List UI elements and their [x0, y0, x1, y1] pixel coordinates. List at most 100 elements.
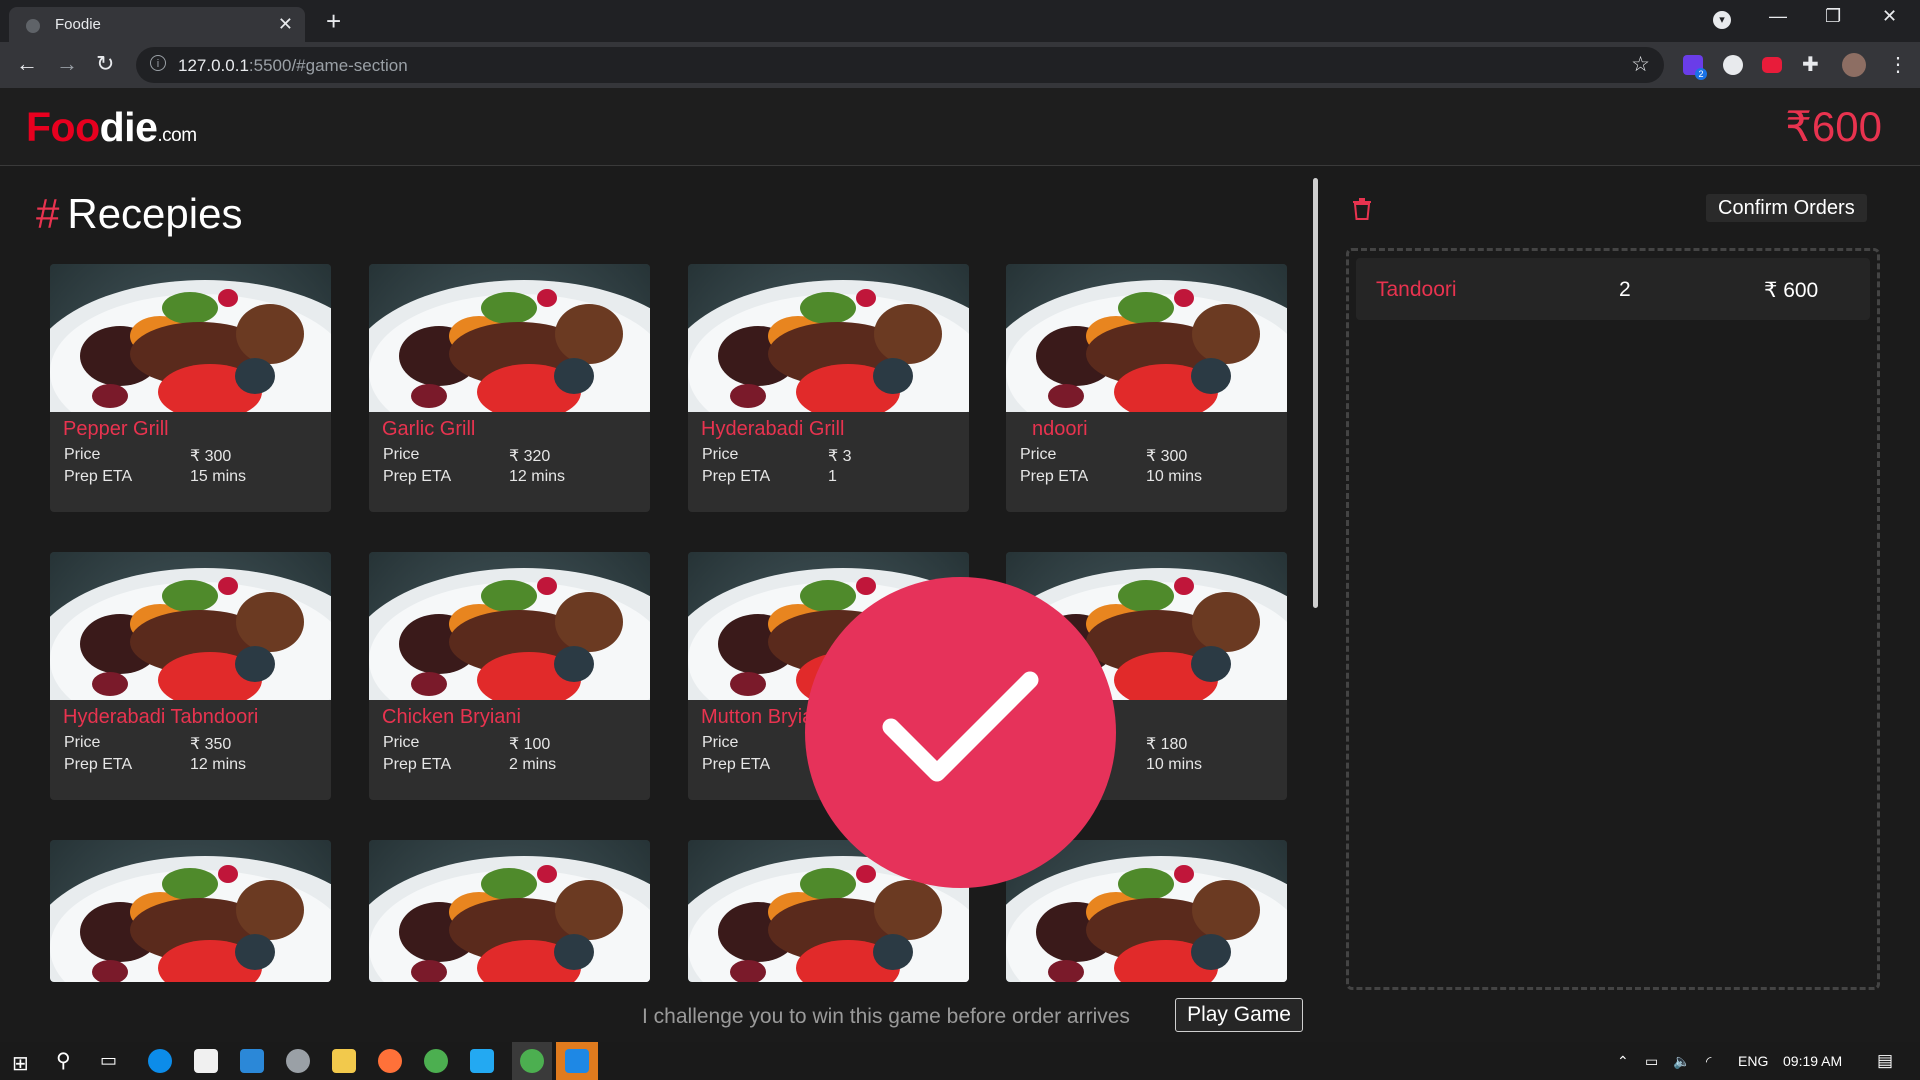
recipe-card[interactable]: [50, 840, 331, 982]
recipe-image[interactable]: [50, 552, 331, 700]
recipe-card[interactable]: ndoori Price ₹ 300 Prep ETA 10 mins: [1006, 264, 1287, 512]
recipe-card[interactable]: Hyderabadi Tabndoori Price ₹ 350 Prep ETA 12…: [50, 552, 331, 800]
minimize-icon[interactable]: —: [1769, 6, 1787, 27]
settings-app-icon[interactable]: [286, 1049, 310, 1073]
youtube-extension-icon[interactable]: [1762, 57, 1782, 73]
recipe-price: ₹ 3: [828, 448, 852, 465]
recipe-image[interactable]: [369, 840, 650, 982]
firefox-icon[interactable]: [378, 1049, 402, 1073]
recipe-price: ₹ 300: [190, 448, 232, 465]
volume-icon[interactable]: 🔈: [1673, 1053, 1690, 1070]
recipe-eta: 2 mins: [509, 756, 557, 773]
recipe-image[interactable]: [369, 264, 650, 412]
scrollbar-thumb[interactable]: [1313, 178, 1318, 608]
bookmark-star-icon[interactable]: ☆: [1631, 52, 1650, 77]
store-icon[interactable]: [194, 1049, 218, 1073]
windows-taskbar: ⊞ ⚲ ▭ ⌃ ▭ 🔈 ◜ ENG 09:19 AM ▤: [0, 1042, 1920, 1080]
site-logo[interactable]: Foodie.com: [26, 104, 197, 151]
recipe-card[interactable]: Hyderabadi Grill Price ₹ 3 Prep ETA 1: [688, 264, 969, 512]
eta-label: Prep ETA: [1020, 468, 1089, 485]
vscode-icon[interactable]: [470, 1049, 494, 1073]
eta-label: Prep ETA: [64, 468, 133, 485]
file-explorer-icon[interactable]: [332, 1049, 356, 1073]
section-title: # Recepies: [36, 190, 243, 237]
orders-list: Tandoori 2 ₹ 600: [1346, 248, 1880, 990]
success-checkmark-icon: [805, 577, 1116, 888]
eta-label: Prep ETA: [383, 468, 452, 485]
game-footer: I challenge you to win this game before …: [0, 996, 1920, 1042]
price-label: Price: [702, 734, 739, 751]
recipe-name[interactable]: Chicken Bryiani: [382, 706, 521, 729]
extensions-puzzle-icon[interactable]: ✚: [1802, 52, 1819, 77]
price-label: Price: [64, 446, 101, 463]
recipe-price: ₹ 300: [1146, 448, 1188, 465]
confirm-orders-button[interactable]: Confirm Orders: [1706, 194, 1867, 222]
price-label: Price: [1020, 446, 1057, 463]
challenge-text: I challenge you to win this game before …: [642, 1005, 1130, 1028]
edge-icon[interactable]: [148, 1049, 172, 1073]
extension-icon-2[interactable]: [1723, 55, 1743, 75]
recipe-card[interactable]: [369, 840, 650, 982]
url-text[interactable]: 127.0.0.1:5500/#game-section: [178, 56, 408, 76]
windows-start-icon[interactable]: ⊞: [12, 1051, 29, 1076]
eta-label: Prep ETA: [702, 468, 771, 485]
recipe-eta: 15 mins: [190, 468, 247, 485]
tab-search-icon[interactable]: ▾: [1713, 11, 1731, 29]
recipe-name[interactable]: Hyderabadi Tabndoori: [63, 706, 258, 729]
trash-icon[interactable]: [1352, 198, 1372, 225]
back-icon[interactable]: ←: [16, 51, 38, 77]
recipe-card[interactable]: Pepper Grill Price ₹ 300 Prep ETA 15 mins: [50, 264, 331, 512]
profile-avatar[interactable]: [1842, 53, 1866, 77]
notifications-icon[interactable]: ▤: [1877, 1051, 1893, 1071]
recipe-image[interactable]: [50, 264, 331, 412]
reload-icon[interactable]: ↻: [96, 51, 114, 77]
chrome-icon[interactable]: [424, 1049, 448, 1073]
browser-tabbar: Foodie ✕ + ▾ — ❐ ✕: [0, 0, 1920, 42]
window-close-icon[interactable]: ✕: [1882, 6, 1897, 27]
restore-icon[interactable]: ❐: [1825, 6, 1841, 27]
mail-icon[interactable]: [240, 1049, 264, 1073]
order-name: Tandoori: [1376, 278, 1457, 301]
recipe-name[interactable]: Garlic Grill: [382, 418, 475, 441]
clock[interactable]: 09:19 AM: [1783, 1053, 1842, 1069]
recipe-price: ₹ 350: [190, 736, 232, 753]
battery-icon[interactable]: ▭: [1645, 1053, 1658, 1070]
recipe-name[interactable]: ndoori: [1032, 418, 1088, 441]
wifi-icon[interactable]: ◜: [1706, 1053, 1711, 1070]
recipe-name[interactable]: Pepper Grill: [63, 418, 169, 441]
main-content: # Recepies Pepper Grill Price ₹ 300 Prep ETA…: [0, 166, 1920, 1042]
tab-favicon-icon: [26, 19, 40, 33]
recipe-price: ₹ 320: [509, 448, 551, 465]
tab-close-icon[interactable]: ✕: [278, 14, 293, 35]
recipe-card[interactable]: Garlic Grill Price ₹ 320 Prep ETA 12 mins: [369, 264, 650, 512]
recipe-image[interactable]: [688, 264, 969, 412]
recipe-eta: 12 mins: [509, 468, 566, 485]
recipe-image[interactable]: [369, 552, 650, 700]
price-label: Price: [702, 446, 739, 463]
site-info-icon[interactable]: i: [150, 55, 166, 71]
app-s-icon[interactable]: [565, 1049, 589, 1073]
play-game-button[interactable]: Play Game: [1175, 998, 1303, 1032]
extension-badge: 2: [1695, 68, 1707, 80]
recipe-name[interactable]: Hyderabadi Grill: [701, 418, 844, 441]
recipe-eta: 12 mins: [190, 756, 247, 773]
chrome-active-icon[interactable]: [520, 1049, 544, 1073]
app-header: Foodie.com ₹600: [0, 88, 1920, 166]
task-view-icon[interactable]: ▭: [100, 1050, 117, 1071]
recipe-price: ₹ 180: [1146, 736, 1188, 753]
search-icon[interactable]: ⚲: [56, 1048, 71, 1073]
hash-icon: #: [36, 190, 60, 237]
browser-menu-icon[interactable]: ⋮: [1888, 52, 1908, 77]
tray-chevron-icon[interactable]: ⌃: [1617, 1053, 1629, 1070]
recipe-image[interactable]: [1006, 264, 1287, 412]
browser-tab[interactable]: Foodie ✕: [9, 7, 305, 42]
order-qty: 2: [1619, 278, 1631, 301]
recipe-card[interactable]: Chicken Bryiani Price ₹ 100 Prep ETA 2 mins: [369, 552, 650, 800]
address-bar[interactable]: i 127.0.0.1:5500/#game-section ☆: [136, 47, 1664, 83]
recipe-image[interactable]: [50, 840, 331, 982]
language-indicator[interactable]: ENG: [1738, 1053, 1768, 1069]
forward-icon[interactable]: →: [56, 51, 78, 77]
new-tab-icon[interactable]: +: [326, 6, 341, 37]
eta-label: Prep ETA: [64, 756, 133, 773]
eta-label: Prep ETA: [383, 756, 452, 773]
